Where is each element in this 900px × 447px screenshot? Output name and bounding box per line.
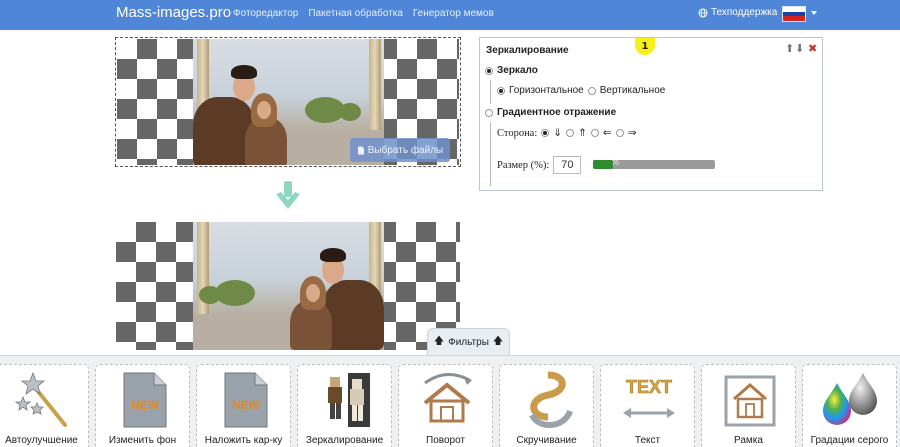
support-link[interactable]: Техподдержка: [698, 7, 777, 18]
arrow-down-icon: [276, 181, 300, 209]
size-label: Размер (%):: [497, 159, 550, 171]
vertical-label[interactable]: Вертикальное: [600, 85, 666, 96]
side-options: Сторона: ⇓ ⇑ ⇐ ⇒: [497, 127, 637, 140]
tool-label: Поворот: [426, 435, 465, 446]
mirror-figure-icon: [328, 373, 370, 427]
russia-flag-icon[interactable]: [782, 6, 806, 22]
choose-files-button[interactable]: Выбрать файлы: [350, 138, 450, 162]
nav-links: Фоторедактор Пакетная обработка Генерато…: [233, 8, 494, 19]
mirror-settings-panel: Зеркалирование 1 ⬆ ⬇ ✖ Зеркало Горизонта…: [479, 37, 823, 191]
filters-toggle-button[interactable]: 🡅 Фильтры 🡅: [427, 328, 510, 356]
top-navbar: Mass-images.pro Фоторедактор Пакетная об…: [0, 0, 900, 30]
result-photo: [193, 222, 384, 350]
tool-rotate[interactable]: Поворот: [398, 364, 493, 447]
horizontal-label[interactable]: Горизонтальное: [509, 85, 584, 96]
tool-text[interactable]: TEXT Текст: [600, 364, 695, 447]
tools-toolbar: Автоулучшение NEW Изменить фон NEW Налож…: [0, 355, 900, 447]
slider-value-label: 70: [612, 161, 619, 167]
size-slider[interactable]: 70: [593, 160, 715, 169]
svg-text:NEW: NEW: [232, 398, 261, 412]
side-label: Сторона:: [497, 127, 538, 139]
page-root: Mass-images.pro Фоторедактор Пакетная об…: [0, 0, 900, 447]
chevron-down-icon[interactable]: [811, 11, 817, 15]
side-left-radio[interactable]: [590, 129, 599, 137]
result-image: [116, 222, 460, 350]
tool-twist[interactable]: Скручивание: [499, 364, 594, 447]
choose-files-label: Выбрать файлы: [367, 144, 444, 156]
new-file-icon: NEW: [123, 372, 167, 428]
gradient-label: Градиентное отражение: [497, 107, 617, 118]
tool-label: Текст: [634, 435, 661, 446]
arrow-left-small-icon: ⇐: [602, 128, 612, 139]
gradient-radio[interactable]: [485, 108, 493, 117]
nav-link-batch[interactable]: Пакетная обработка: [308, 8, 403, 19]
arrow-up-small-icon: ⇑: [578, 128, 587, 139]
side-up-radio[interactable]: [566, 129, 575, 137]
mirror-label: Зеркало: [497, 65, 538, 76]
arrow-up-icon: 🡅: [433, 336, 445, 347]
tool-label: Зеркалирование: [305, 435, 384, 446]
tool-frame[interactable]: Рамка: [701, 364, 796, 447]
arrow-down-small-icon: ⇓: [553, 128, 563, 139]
nav-link-meme-generator[interactable]: Генератор мемов: [413, 8, 494, 19]
text-icon: TEXT: [623, 377, 675, 418]
tool-label: Градации серого: [810, 435, 889, 446]
slider-fill: [593, 160, 613, 169]
tool-auto-enhance[interactable]: Автоулучшение: [0, 364, 89, 447]
support-label: Техподдержка: [711, 7, 778, 18]
move-up-icon[interactable]: ⬆: [785, 42, 794, 55]
svg-text:TEXT: TEXT: [626, 377, 672, 397]
magic-wand-icon: [14, 371, 67, 427]
new-file-overlay-icon: NEW: [224, 372, 268, 428]
horizontal-radio[interactable]: [497, 86, 505, 95]
size-input[interactable]: 70: [553, 156, 582, 174]
filters-label: Фильтры: [448, 337, 489, 348]
svg-text:NEW: NEW: [131, 398, 160, 412]
direction-options: Горизонтальное Вертикальное: [497, 85, 665, 96]
frame-house-icon: [724, 375, 776, 427]
side-down-radio[interactable]: [541, 129, 550, 137]
side-right-radio[interactable]: [615, 129, 624, 137]
tool-overlay-image[interactable]: NEW Наложить кар-ку: [196, 364, 291, 447]
mirror-radio[interactable]: [485, 66, 493, 75]
tool-label: Наложить кар-ку: [204, 435, 283, 446]
brand-logo[interactable]: Mass-images.pro: [116, 4, 231, 21]
tool-grayscale[interactable]: Градации серого: [802, 364, 897, 447]
arrow-up-icon: 🡅: [492, 336, 504, 347]
tool-label: Изменить фон: [108, 435, 177, 446]
rotate-house-icon: [423, 373, 472, 423]
twist-icon: [529, 371, 573, 428]
size-row: Размер (%): 70: [497, 156, 582, 174]
divider: [490, 80, 491, 104]
tool-label: Автоулучшение: [5, 435, 78, 446]
arrow-right-small-icon: ⇒: [627, 128, 637, 139]
gradient-option[interactable]: Градиентное отражение: [485, 107, 616, 118]
divider: [490, 122, 491, 186]
globe-icon: [698, 8, 708, 17]
move-down-icon[interactable]: ⬇: [795, 42, 804, 55]
tool-mirror[interactable]: Зеркалирование: [297, 364, 392, 447]
nav-link-photo-editor[interactable]: Фоторедактор: [233, 8, 298, 19]
tool-label: Рамка: [734, 435, 763, 446]
tool-change-background[interactable]: NEW Изменить фон: [95, 364, 190, 447]
file-icon: [357, 146, 364, 154]
panel-title: Зеркалирование: [486, 45, 569, 56]
mirror-option[interactable]: Зеркало: [485, 65, 538, 76]
close-icon[interactable]: ✖: [808, 42, 817, 55]
tool-label: Скручивание: [516, 435, 577, 446]
step-badge: 1: [635, 38, 655, 55]
grayscale-drops-icon: [823, 373, 877, 425]
vertical-radio[interactable]: [587, 86, 596, 95]
